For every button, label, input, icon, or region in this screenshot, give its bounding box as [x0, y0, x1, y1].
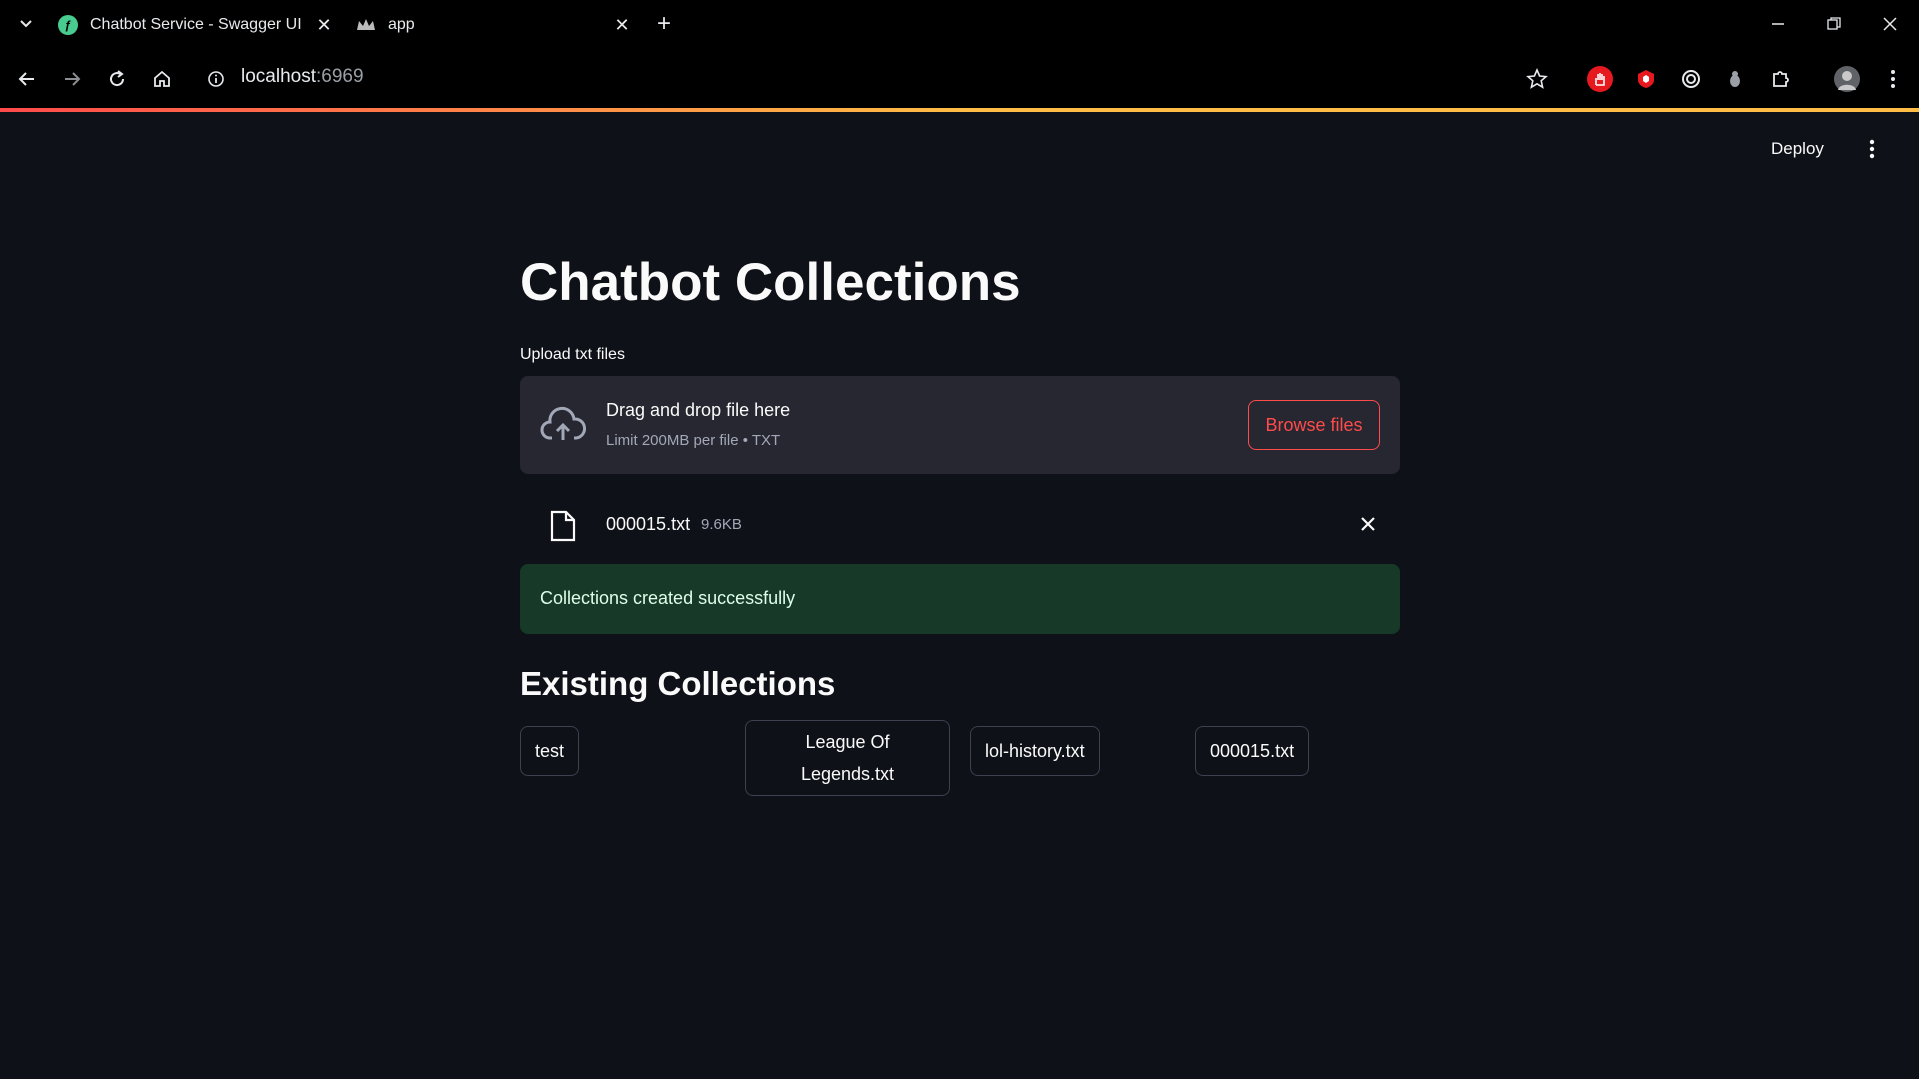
uploaded-file-row: 000015.txt 9.6KB — [520, 496, 1400, 554]
streamlit-app: Deploy Chatbot Collections Upload txt fi… — [0, 112, 1919, 1079]
url-host: localhost — [241, 66, 316, 87]
swagger-icon: ƒ — [58, 15, 78, 35]
file-dropzone[interactable]: Drag and drop file here Limit 200MB per … — [520, 376, 1400, 474]
shield-extension-icon[interactable] — [1633, 66, 1659, 92]
collection-button-league-of-legends[interactable]: League Of Legends.txt — [745, 720, 950, 796]
cloud-upload-icon — [540, 406, 586, 440]
browse-files-button[interactable]: Browse files — [1248, 400, 1380, 450]
close-tab-icon[interactable]: ✕ — [612, 15, 632, 35]
collection-button-test[interactable]: test — [520, 726, 580, 776]
uploaded-file-size: 9.6KB — [701, 516, 742, 533]
collection-button-000015[interactable]: 000015.txt — [1195, 726, 1310, 776]
streamlit-crown-icon — [356, 15, 376, 35]
close-tab-icon[interactable]: ✕ — [314, 15, 334, 35]
puzzle-extensions-icon[interactable] — [1768, 66, 1794, 92]
restore-window-icon[interactable] — [1822, 12, 1846, 36]
tab-search-chevron-icon[interactable] — [14, 12, 38, 36]
collection-button-lol-history[interactable]: lol-history.txt — [970, 726, 1100, 776]
remove-file-close-icon[interactable] — [1356, 512, 1380, 536]
home-icon[interactable] — [148, 65, 176, 93]
browser-menu-icon[interactable] — [1880, 66, 1906, 92]
profile-avatar[interactable] — [1834, 66, 1860, 92]
dropzone-limit: Limit 200MB per file • TXT — [606, 432, 781, 449]
url-port: :6969 — [316, 66, 364, 87]
existing-collections-heading: Existing Collections — [520, 665, 836, 702]
success-alert-text: Collections created successfully — [540, 588, 796, 608]
page-title: Chatbot Collections — [520, 253, 1021, 312]
back-arrow-icon[interactable] — [13, 65, 41, 93]
success-alert: Collections created successfully — [520, 564, 1400, 634]
kebab-menu-icon[interactable] — [1862, 136, 1882, 162]
file-icon — [550, 510, 576, 542]
browser-tab-app[interactable]: app ✕ — [356, 6, 632, 44]
dropzone-instructions: Drag and drop file here — [606, 400, 791, 420]
reload-icon[interactable] — [103, 65, 131, 93]
bug-extension-icon[interactable] — [1722, 66, 1748, 92]
forward-arrow-icon[interactable] — [58, 65, 86, 93]
site-info-icon[interactable] — [202, 65, 230, 93]
deploy-button[interactable]: Deploy — [1771, 139, 1824, 159]
target-extension-icon[interactable] — [1678, 66, 1704, 92]
address-bar[interactable]: localhost:6969 — [241, 66, 364, 88]
browser-tab-swagger[interactable]: ƒ Chatbot Service - Swagger UI ✕ — [58, 6, 334, 44]
hand-extension-icon[interactable] — [1587, 66, 1613, 92]
new-tab-plus-icon[interactable]: + — [652, 10, 676, 37]
tab-title: Chatbot Service - Swagger UI — [90, 16, 302, 33]
browser-tab-strip: ƒ Chatbot Service - Swagger UI ✕ app ✕ + — [0, 0, 1919, 49]
bookmark-star-icon[interactable] — [1523, 65, 1551, 93]
close-window-icon[interactable] — [1878, 12, 1902, 36]
minimize-icon[interactable] — [1766, 12, 1790, 36]
uploaded-file-name: 000015.txt — [606, 514, 691, 534]
tab-title: app — [388, 16, 415, 33]
uploader-label: Upload txt files — [520, 346, 625, 363]
